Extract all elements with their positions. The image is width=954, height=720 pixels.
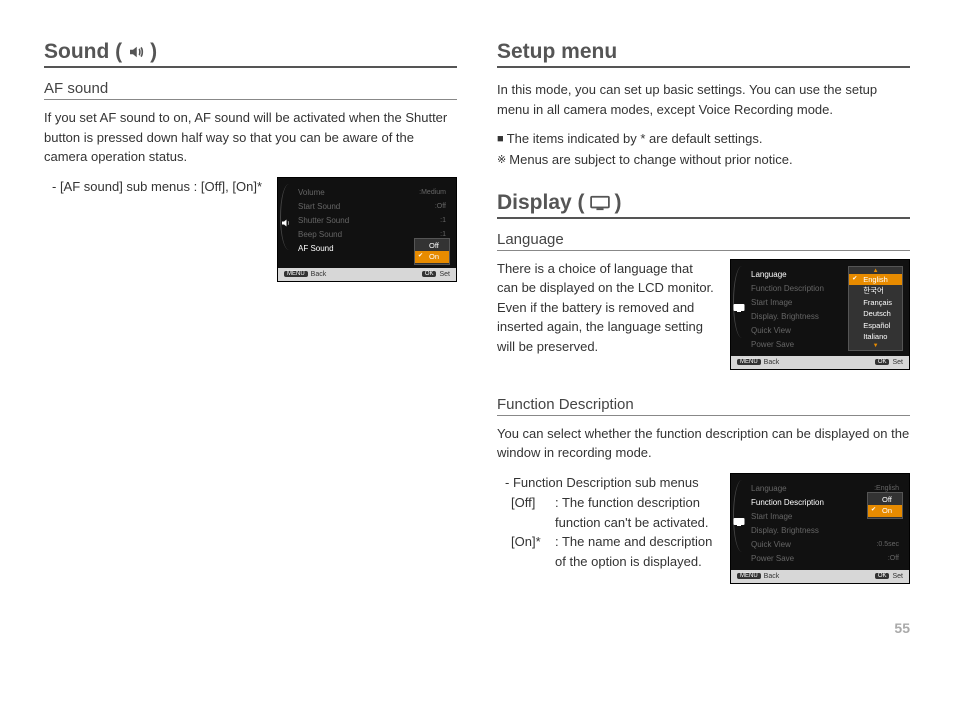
popup-option[interactable]: 한국어 <box>849 285 902 297</box>
subheading-language: Language <box>497 231 910 251</box>
popup-option[interactable]: English <box>849 274 902 286</box>
camera-footer: MENUBack OKSet <box>731 570 909 583</box>
popup-option[interactable]: On <box>415 251 449 263</box>
setup-desc: In this mode, you can set up basic setti… <box>497 80 910 119</box>
section-title-sound: Sound ( ) <box>44 40 457 68</box>
setup-bullet-1: ■ The items indicated by * are default s… <box>497 129 910 150</box>
popup-option[interactable]: Español <box>849 320 902 332</box>
camera-footer: MENUBack OKSet <box>278 268 456 281</box>
menu-item-value: :Medium <box>419 189 446 196</box>
section-title-setup: Setup menu <box>497 40 910 68</box>
camera-menu-language: Language Function Description Start Image D… <box>730 259 910 370</box>
ok-badge: OK <box>875 573 890 579</box>
chevron-down-icon[interactable]: ▼ <box>849 343 902 349</box>
display-icon <box>733 517 745 527</box>
popup-option[interactable]: Off <box>868 494 902 506</box>
menu-item-label: Quick View <box>751 541 791 549</box>
title-text-close: ) <box>150 40 157 64</box>
menu-item-label: AF Sound <box>298 245 334 253</box>
display-icon <box>589 195 611 211</box>
menu-item[interactable]: Start Sound :Off <box>298 200 452 214</box>
menu-item-label: Language <box>751 271 787 279</box>
menu-badge: MENU <box>737 359 761 365</box>
popup-option[interactable]: Italiano <box>849 331 902 343</box>
menu-item-value: :0.5sec <box>876 541 899 548</box>
set-label[interactable]: Set <box>439 271 450 278</box>
left-column: Sound ( ) AF sound If you set AF sound t… <box>44 40 457 602</box>
option-popup[interactable]: OffOn <box>867 492 903 519</box>
fd-on-row: [On]* : The name and description of the … <box>511 532 716 571</box>
back-label[interactable]: Back <box>764 573 780 580</box>
subheading-function-description: Function Description <box>497 396 910 416</box>
menu-item[interactable]: Display. Brightness <box>751 524 905 538</box>
menu-item-label: Start Image <box>751 299 792 307</box>
popup-option[interactable]: On <box>868 505 902 517</box>
af-sound-submenus: - [AF sound] sub menus : [Off], [On]* <box>44 177 263 198</box>
menu-item[interactable]: Quick View :0.5sec <box>751 538 905 552</box>
menu-item-label: Shutter Sound <box>298 217 349 225</box>
menu-item-value: :Off <box>435 203 446 210</box>
camera-footer: MENUBack OKSet <box>731 356 909 369</box>
menu-badge: MENU <box>737 573 761 579</box>
setup-bullet-2: ※ Menus are subject to change without pr… <box>497 150 910 171</box>
camera-menu-af-sound: Volume :Medium Start Sound :Off Shutter Soun… <box>277 177 457 282</box>
sound-icon <box>280 217 292 229</box>
menu-item-label: Language <box>751 485 787 493</box>
fd-sub-intro: - Function Description sub menus <box>497 473 716 494</box>
menu-item-label: Start Image <box>751 513 792 521</box>
menu-item-label: Power Save <box>751 341 794 349</box>
popup-option[interactable]: Français <box>849 297 902 309</box>
fd-desc: You can select whether the function desc… <box>497 424 910 463</box>
menu-item-label: Function Description <box>751 285 824 293</box>
ok-badge: OK <box>875 359 890 365</box>
menu-item[interactable]: Volume :Medium <box>298 186 452 200</box>
menu-item-label: Display. Brightness <box>751 313 819 321</box>
menu-item-value: :1 <box>440 217 446 224</box>
menu-item-label: Function Description <box>751 499 824 507</box>
camera-menu-function-description: Language:EnglishFunction DescriptionStar… <box>730 473 910 584</box>
menu-badge: MENU <box>284 271 308 277</box>
popup-option[interactable]: Deutsch <box>849 308 902 320</box>
menu-item-label: Volume <box>298 189 325 197</box>
menu-item-label: Display. Brightness <box>751 527 819 535</box>
subheading-af-sound: AF sound <box>44 80 457 100</box>
menu-item-label: Power Save <box>751 555 794 563</box>
right-column: Setup menu In this mode, you can set up … <box>497 40 910 602</box>
section-title-display: Display ( ) <box>497 191 910 219</box>
back-label[interactable]: Back <box>311 271 327 278</box>
title-text: Sound ( <box>44 40 122 64</box>
language-desc: There is a choice of language that can b… <box>497 259 716 357</box>
ok-badge: OK <box>422 271 437 277</box>
menu-item-label: Beep Sound <box>298 231 342 239</box>
display-icon <box>733 303 745 313</box>
title-text-close: ) <box>615 191 622 215</box>
menu-item[interactable]: Shutter Sound :1 <box>298 214 452 228</box>
popup-option[interactable]: Off <box>415 240 449 252</box>
set-label[interactable]: Set <box>892 573 903 580</box>
set-label[interactable]: Set <box>892 359 903 366</box>
menu-item[interactable]: Power Save :Off <box>751 552 905 566</box>
option-popup[interactable]: ▲English한국어FrançaisDeutschEspañolItalian… <box>848 266 903 351</box>
back-label[interactable]: Back <box>764 359 780 366</box>
title-text: Display ( <box>497 191 585 215</box>
menu-item-label: Quick View <box>751 327 791 335</box>
sound-icon <box>126 43 146 61</box>
menu-item-label: Start Sound <box>298 203 340 211</box>
page-number: 55 <box>44 620 910 636</box>
af-sound-desc: If you set AF sound to on, AF sound will… <box>44 108 457 167</box>
menu-item-value: :Off <box>888 555 899 562</box>
option-popup[interactable]: OffOn <box>414 238 450 265</box>
fd-off-row: [Off] : The function description functio… <box>511 493 716 532</box>
